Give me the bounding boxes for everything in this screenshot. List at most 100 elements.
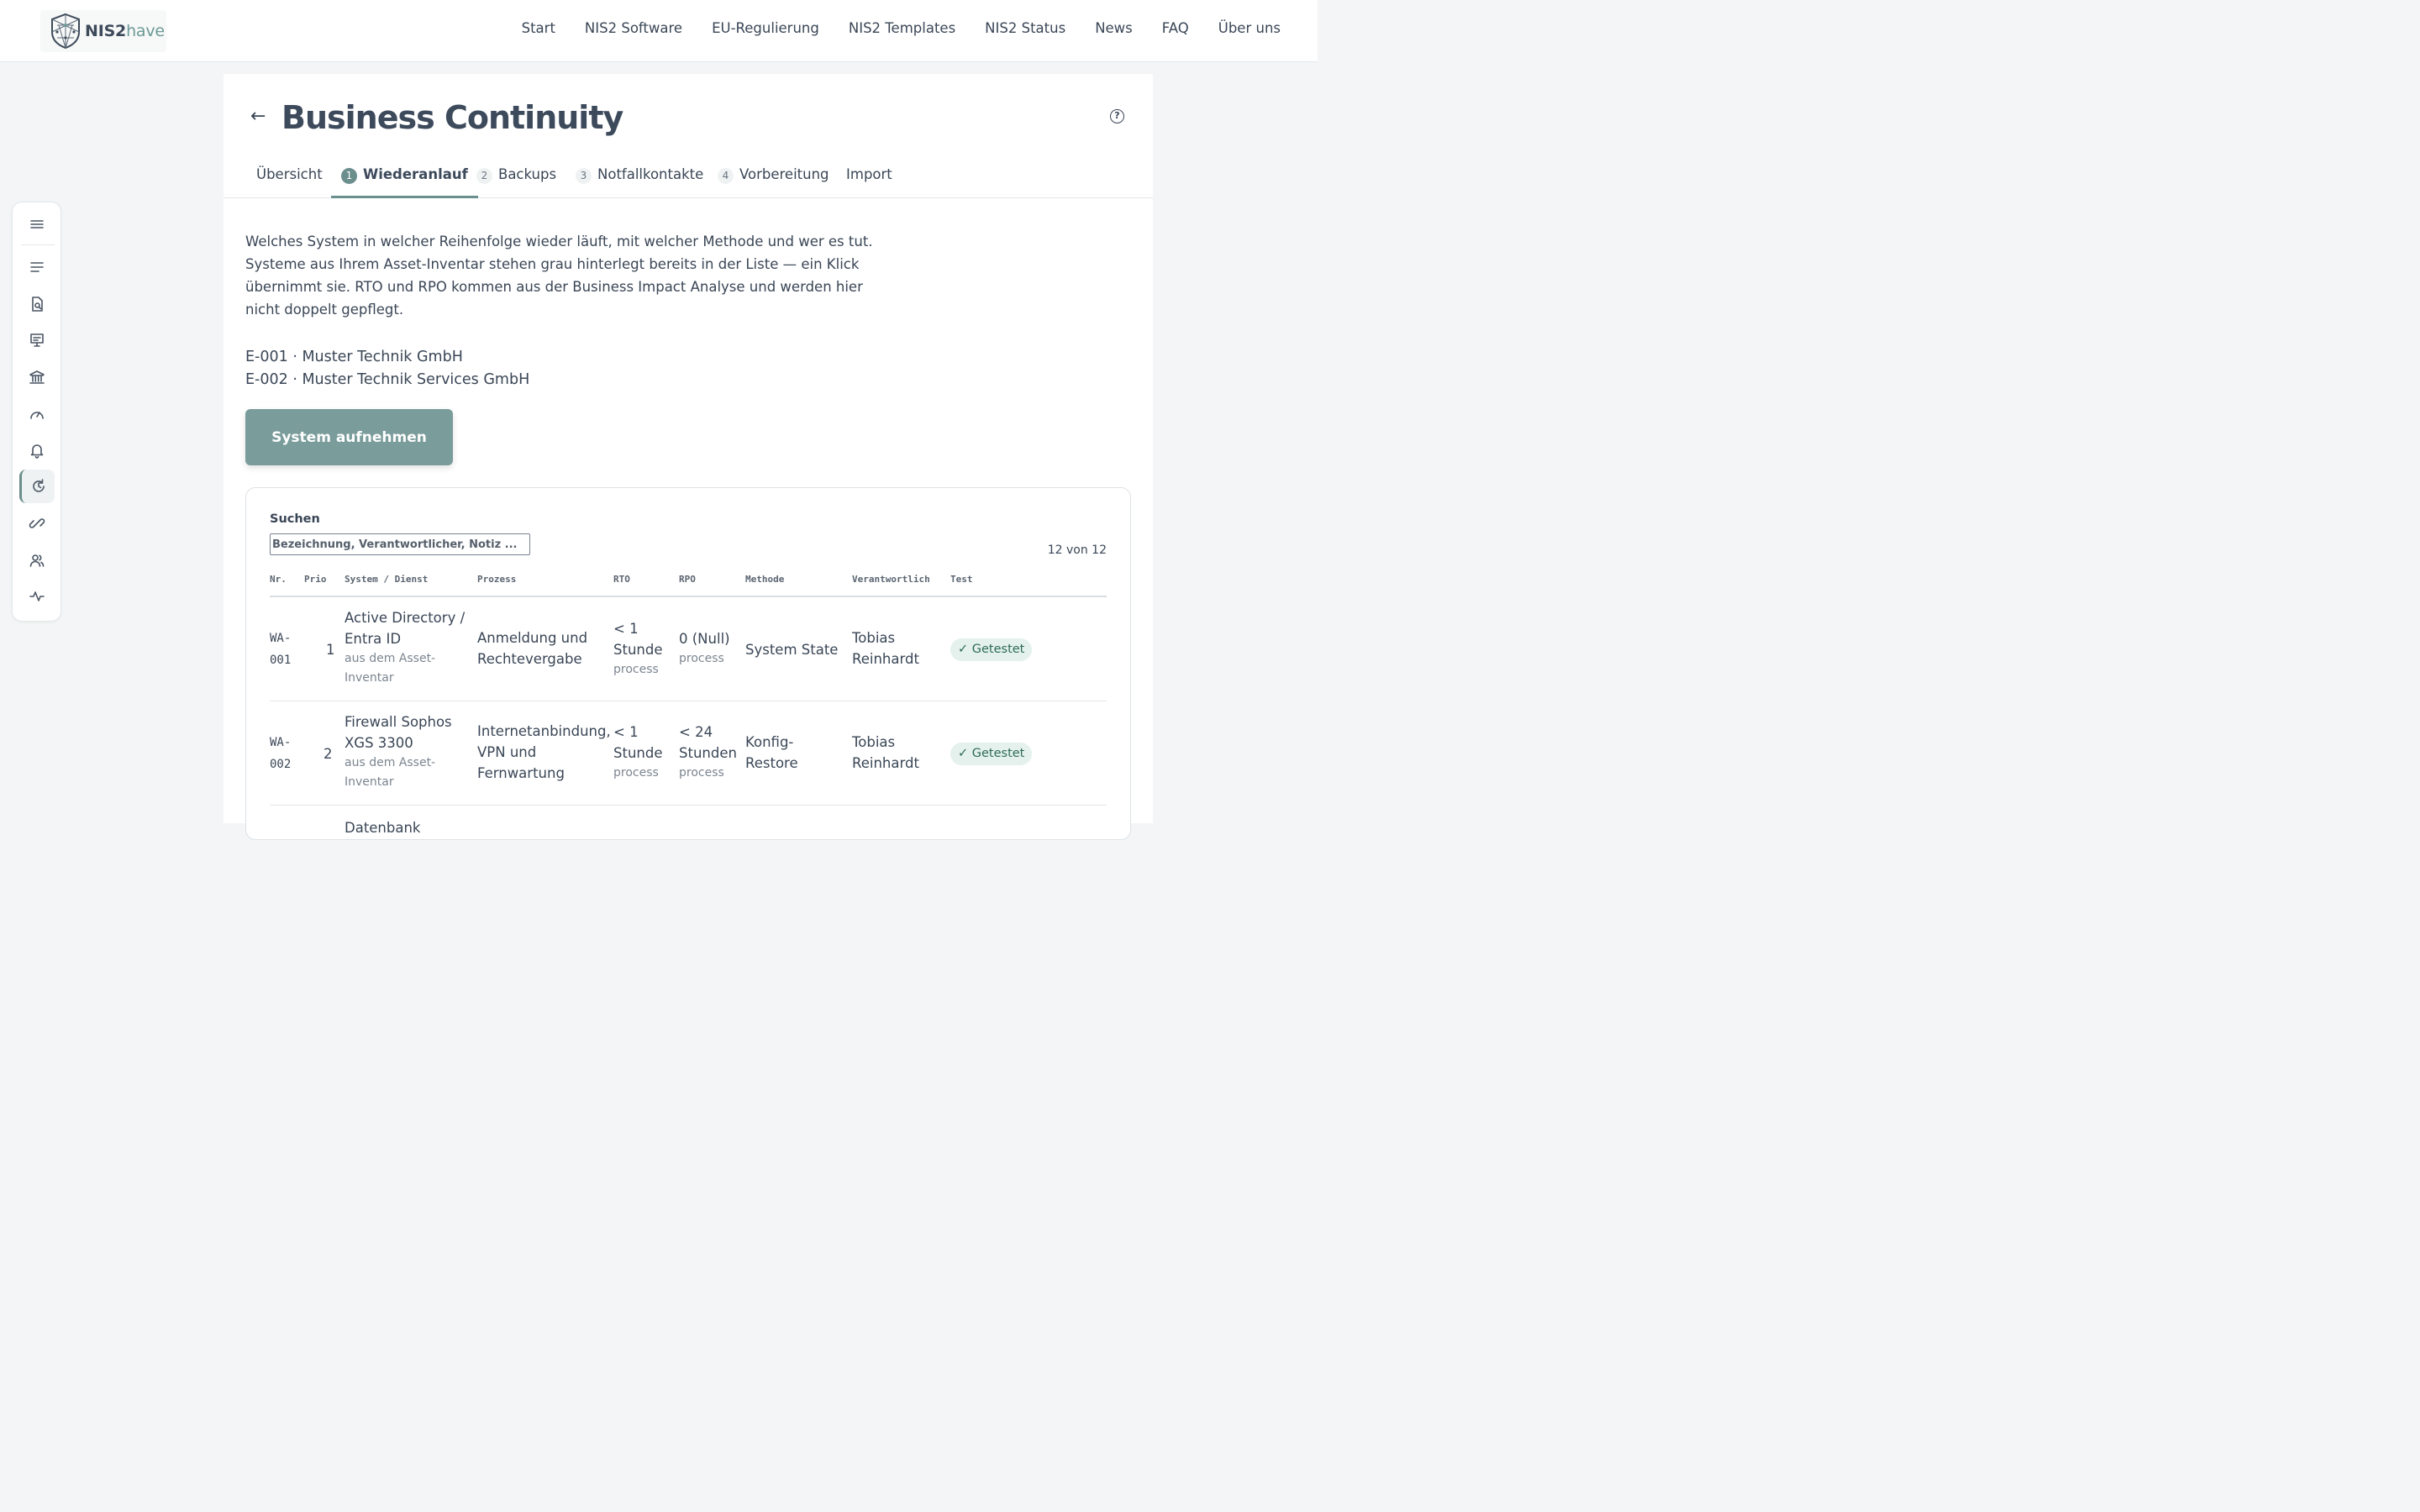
tab-label: Wiederanlauf <box>363 166 468 182</box>
tab-label: Übersicht <box>256 166 323 182</box>
column-header-test[interactable]: Test <box>950 574 973 585</box>
table-row[interactable]: WA-002 2 Firewall Sophos XGS 3300 aus de… <box>270 701 1107 806</box>
brand-logo[interactable]: NIS2have <box>40 10 166 52</box>
column-header-rto[interactable]: RTO <box>613 574 630 585</box>
activity-icon[interactable] <box>19 580 55 613</box>
add-system-button[interactable]: System aufnehmen <box>245 409 453 465</box>
tab-label: Backups <box>498 166 557 182</box>
tab-wiederanlauf[interactable]: 1 Wiederanlauf <box>331 165 478 198</box>
main-card: ← Business Continuity ? Übersicht 1 Wiede… <box>224 74 1153 840</box>
system-source: aus dem Asset-Inventar <box>345 652 436 685</box>
help-icon[interactable]: ? <box>1110 109 1124 123</box>
row-rto: < 1 Stunde process <box>613 722 672 783</box>
nav-start[interactable]: Start <box>522 20 555 36</box>
presentation-icon[interactable] <box>19 323 55 357</box>
back-arrow-icon[interactable]: ← <box>250 106 266 127</box>
rpo-source: process <box>679 766 724 780</box>
search-input[interactable] <box>270 533 530 555</box>
rto-value: < 1 Stunde <box>613 621 663 658</box>
row-nr: WA-002 <box>270 736 292 771</box>
column-header-rpo[interactable]: RPO <box>679 574 696 585</box>
entity-item: E-001 · Muster Technik GmbH <box>245 349 463 365</box>
nav-faq[interactable]: FAQ <box>1162 20 1189 36</box>
top-navigation: NIS2have Start NIS2 Software EU-Regulier… <box>0 0 1318 62</box>
institution-icon[interactable] <box>19 360 55 394</box>
entity-list: E-001 · Muster Technik GmbH E-002 · Must… <box>245 346 529 391</box>
row-system: Firewall Sophos XGS 3300 aus dem Asset-I… <box>345 711 471 792</box>
module-sidebar <box>12 202 61 622</box>
recovery-table-panel: Suchen 12 von 12 Nr. Prio System / Diens… <box>245 487 1131 840</box>
main-nav: Start NIS2 Software EU-Regulierung NIS2 … <box>522 20 1281 36</box>
row-nr: WA-001 <box>270 632 292 667</box>
row-methode: System State <box>745 642 839 658</box>
rpo-value: 0 (Null) <box>679 631 730 647</box>
tab-step-badge: 4 <box>718 168 734 184</box>
row-verantwortlich: Tobias Reinhardt <box>852 734 919 771</box>
system-name: Active Directory / Entra ID <box>345 610 466 647</box>
brand-name-light: have <box>126 22 165 40</box>
row-verantwortlich: Tobias Reinhardt <box>852 630 919 667</box>
menu-icon[interactable] <box>19 207 55 241</box>
tab-label: Notfallkontakte <box>597 166 704 182</box>
tab-step-badge: 3 <box>576 168 592 184</box>
row-methode: Konfig-Restore <box>745 734 798 771</box>
nav-eu-regulierung[interactable]: EU-Regulierung <box>712 20 819 36</box>
column-header-verantwortlich[interactable]: Verantwortlich <box>852 574 930 585</box>
column-header-methode[interactable]: Methode <box>745 574 784 585</box>
bell-icon[interactable] <box>19 433 55 467</box>
tab-label: Import <box>846 166 892 182</box>
sidebar-divider <box>21 244 55 245</box>
tab-label: Vorbereitung <box>739 166 829 182</box>
test-status-badge: ✓ Getestet <box>950 743 1033 765</box>
column-header-system[interactable]: System / Dienst <box>345 574 428 585</box>
table-row[interactable]: WA-001 1 Active Directory / Entra ID aus… <box>270 597 1107 701</box>
nav-nis2-status[interactable]: NIS2 Status <box>985 20 1065 36</box>
result-count: 12 von 12 <box>1047 543 1107 557</box>
rpo-source: process <box>679 652 724 665</box>
tab-import[interactable]: Import <box>846 165 892 198</box>
section-description: Welches System in welcher Reihenfolge wi… <box>245 234 873 318</box>
tab-step-badge: 2 <box>476 168 492 184</box>
search-label: Suchen <box>270 512 320 526</box>
document-search-icon[interactable] <box>19 287 55 321</box>
nav-ueber-uns[interactable]: Über uns <box>1218 20 1281 36</box>
system-source: aus dem Asset-Inventar <box>345 756 436 789</box>
row-prio: 2 <box>324 746 333 762</box>
system-name: Firewall Sophos XGS 3300 <box>345 714 452 751</box>
users-icon[interactable] <box>19 543 55 577</box>
tab-vorbereitung[interactable]: 4 Vorbereitung <box>718 165 829 198</box>
gauge-icon[interactable] <box>19 397 55 431</box>
restore-icon[interactable] <box>19 470 55 503</box>
rto-value: < 1 Stunde <box>613 724 663 761</box>
rto-source: process <box>613 766 659 780</box>
nav-news[interactable]: News <box>1095 20 1133 36</box>
list-icon[interactable] <box>19 250 55 284</box>
nav-nis2-templates[interactable]: NIS2 Templates <box>849 20 955 36</box>
tab-backups[interactable]: 2 Backups <box>476 165 556 198</box>
rto-source: process <box>613 663 659 676</box>
tab-step-badge: 1 <box>341 168 357 184</box>
tab-notfallkontakte[interactable]: 3 Notfallkontakte <box>576 165 703 198</box>
row-prio: 1 <box>326 642 335 658</box>
tab-uebersicht[interactable]: Übersicht <box>256 165 323 198</box>
page-title: Business Continuity <box>281 99 623 136</box>
link-icon[interactable] <box>19 507 55 540</box>
nav-nis2-software[interactable]: NIS2 Software <box>585 20 682 36</box>
row-rto: < 1 Stunde process <box>613 618 672 680</box>
row-prozess: Anmeldung und Rechtevergabe <box>477 630 588 667</box>
brand-wordmark: NIS2have <box>85 22 165 40</box>
column-header-nr[interactable]: Nr. <box>270 574 287 585</box>
row-prozess: Internetanbindung, VPN und Fernwartung <box>477 723 611 781</box>
row-rpo: 0 (Null) process <box>679 628 742 669</box>
brand-name-bold: NIS2 <box>85 22 127 40</box>
column-header-prozess[interactable]: Prozess <box>477 574 516 585</box>
row-system-partial: Datenbank <box>345 820 421 836</box>
rpo-value: < 24 Stunden <box>679 724 737 761</box>
entity-item: E-002 · Muster Technik Services GmbH <box>245 371 530 388</box>
row-rpo: < 24 Stunden process <box>679 722 739 783</box>
row-system: Active Directory / Entra ID aus dem Asse… <box>345 607 471 688</box>
column-header-prio[interactable]: Prio <box>304 574 327 585</box>
tab-bar: Übersicht 1 Wiederanlauf 2 Backups 3 Notfal… <box>224 165 1153 198</box>
shield-network-icon <box>51 13 80 50</box>
test-status-badge: ✓ Getestet <box>950 638 1033 661</box>
